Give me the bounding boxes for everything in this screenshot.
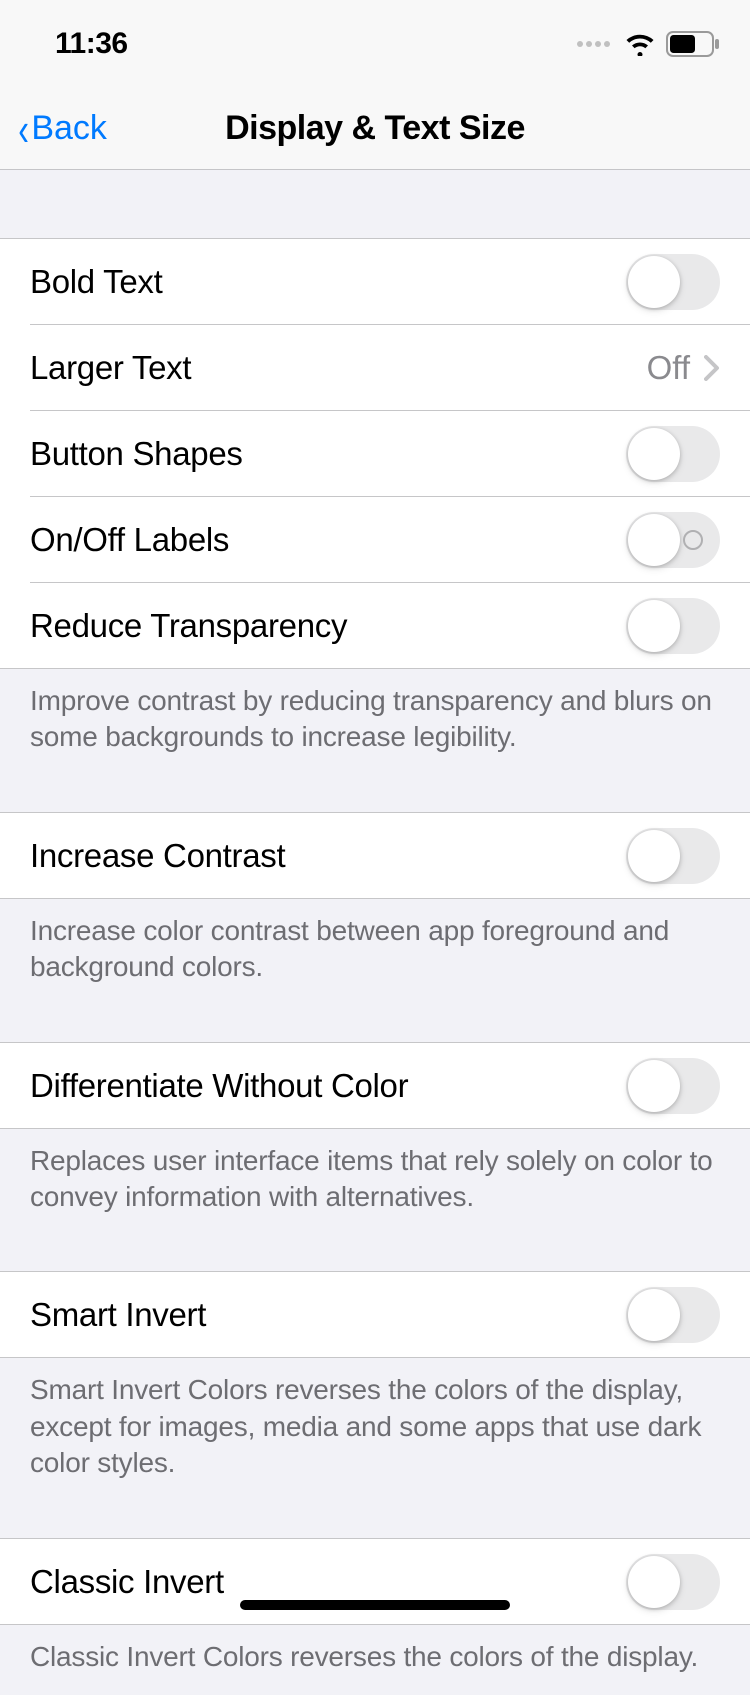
signal-icon <box>577 41 610 47</box>
row-bold-text[interactable]: Bold Text <box>0 239 750 325</box>
reduce-transparency-toggle[interactable] <box>626 598 720 654</box>
footer-classic-invert: Classic Invert Colors reverses the color… <box>0 1625 750 1695</box>
back-label: Back <box>31 109 107 148</box>
settings-group-smart-invert: Smart Invert <box>0 1271 750 1358</box>
chevron-left-icon: ‹ <box>18 106 29 152</box>
onoff-labels-toggle[interactable] <box>626 512 720 568</box>
row-reduce-transparency[interactable]: Reduce Transparency <box>0 583 750 669</box>
nav-bar: ‹ Back Display & Text Size <box>0 88 750 170</box>
settings-group-text: Bold Text Larger Text Off Button Shapes … <box>0 238 750 669</box>
row-label: Button Shapes <box>30 435 243 473</box>
row-diff-without-color[interactable]: Differentiate Without Color <box>0 1043 750 1129</box>
row-label: Bold Text <box>30 263 162 301</box>
settings-group-contrast: Increase Contrast <box>0 812 750 899</box>
row-label: Differentiate Without Color <box>30 1067 408 1105</box>
row-button-shapes[interactable]: Button Shapes <box>0 411 750 497</box>
settings-group-classic-invert: Classic Invert <box>0 1538 750 1625</box>
row-label: Classic Invert <box>30 1563 224 1601</box>
footer-smart-invert: Smart Invert Colors reverses the colors … <box>0 1358 750 1501</box>
status-bar: 11:36 <box>0 0 750 88</box>
page-title: Display & Text Size <box>225 109 525 148</box>
footer-diff-without-color: Replaces user interface items that rely … <box>0 1129 750 1236</box>
row-label: On/Off Labels <box>30 521 229 559</box>
row-increase-contrast[interactable]: Increase Contrast <box>0 813 750 899</box>
smart-invert-toggle[interactable] <box>626 1287 720 1343</box>
button-shapes-toggle[interactable] <box>626 426 720 482</box>
row-value: Off <box>647 349 690 387</box>
row-onoff-labels[interactable]: On/Off Labels <box>0 497 750 583</box>
row-classic-invert[interactable]: Classic Invert <box>0 1539 750 1625</box>
back-button[interactable]: ‹ Back <box>0 106 107 152</box>
row-larger-text[interactable]: Larger Text Off <box>0 325 750 411</box>
diff-without-color-toggle[interactable] <box>626 1058 720 1114</box>
increase-contrast-toggle[interactable] <box>626 828 720 884</box>
status-time: 11:36 <box>55 27 128 61</box>
row-label: Larger Text <box>30 349 191 387</box>
settings-group-diff-color: Differentiate Without Color <box>0 1042 750 1129</box>
row-label: Increase Contrast <box>30 837 285 875</box>
wifi-icon <box>624 32 656 56</box>
row-smart-invert[interactable]: Smart Invert <box>0 1272 750 1358</box>
footer-reduce-transparency: Improve contrast by reducing transparenc… <box>0 669 750 776</box>
row-label: Smart Invert <box>30 1296 206 1334</box>
row-label: Reduce Transparency <box>30 607 347 645</box>
status-indicators <box>577 31 720 57</box>
footer-increase-contrast: Increase color contrast between app fore… <box>0 899 750 1006</box>
bold-text-toggle[interactable] <box>626 254 720 310</box>
home-indicator[interactable] <box>240 1600 510 1610</box>
chevron-right-icon <box>704 355 720 381</box>
classic-invert-toggle[interactable] <box>626 1554 720 1610</box>
battery-icon <box>666 31 720 57</box>
